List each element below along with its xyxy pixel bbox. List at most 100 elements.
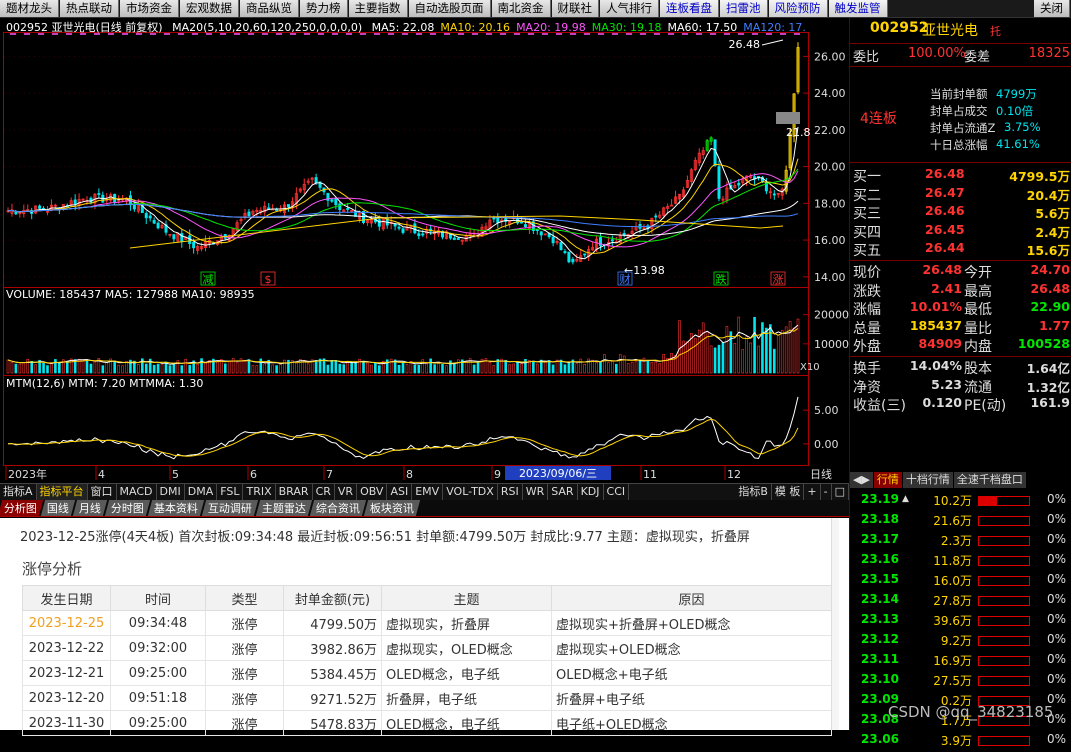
bottom-tab-label: 国线: [46, 502, 69, 515]
bottom-tab[interactable]: 分析图: [0, 500, 44, 516]
bottom-tab[interactable]: 国线: [40, 500, 76, 516]
indicator-tab[interactable]: BRAR: [276, 484, 313, 500]
kline-svg[interactable]: 26.00 24.00 22.00 20.00 18.00 16.00 14.00 26.48…: [0, 18, 849, 483]
table-row[interactable]: 2023-12-20 09:51:18 涨停 9271.52万 折叠屏，电子纸 折叠屏+电…: [22, 685, 832, 711]
seal-row: 封单占成交 0.10倍: [850, 103, 1071, 121]
buy-level-row[interactable]: 买五 26.44 15.6万: [850, 240, 1071, 259]
table-row[interactable]: 2023-12-22 09:32:00 涨停 3982.86万 虚拟现实，OLED概念虚…: [22, 635, 832, 661]
indicator-tab[interactable]: MACD: [117, 484, 157, 500]
seal-row: 十日总涨幅 41.61%: [850, 137, 1071, 155]
tick-tab-prev[interactable]: ◀▶: [850, 472, 873, 488]
top-tab[interactable]: 主要指数: [348, 0, 408, 17]
top-tab[interactable]: 扫雷池: [720, 0, 768, 17]
bottom-tab[interactable]: 分时图: [104, 500, 151, 516]
table-cell: 5384.45万: [283, 660, 382, 686]
bottom-tab[interactable]: 主题雷达: [255, 500, 313, 516]
table-cell: 虚拟现实，折叠屏: [381, 610, 552, 636]
top-tab[interactable]: 热点联动: [60, 0, 119, 17]
indicator-right-button[interactable]: 模 板: [772, 484, 805, 500]
stat-value: 14.04%: [909, 358, 962, 373]
buy-level-row[interactable]: 买二 26.47 20.4万: [850, 185, 1071, 204]
volume-bar: [733, 343, 737, 374]
volume-ma-line: [7, 328, 799, 365]
indicator-tab[interactable]: SAR: [548, 484, 578, 500]
indicator-tab[interactable]: OBV: [357, 484, 388, 500]
indicator-tab[interactable]: CCI: [604, 484, 630, 500]
top-tab[interactable]: 人气排行: [600, 0, 659, 17]
top-tab[interactable]: 触发监管: [828, 0, 888, 17]
table-row[interactable]: 2023-12-21 09:25:00 涨停 5384.45万 OLED概念，电子纸 OL…: [22, 660, 832, 686]
indicator-right-button[interactable]: □: [832, 484, 849, 500]
tick-tab[interactable]: 行情: [873, 472, 902, 488]
candle-body: [334, 198, 338, 206]
indicator-tab[interactable]: 窗口: [88, 484, 117, 500]
volume-bar: [259, 358, 263, 374]
column-header: 发生日期: [22, 585, 111, 611]
volume-bar: [58, 361, 61, 374]
bottom-tab[interactable]: 板块资讯: [363, 500, 421, 516]
stat-label: 最高: [964, 283, 992, 300]
top-tab[interactable]: 连板看盘: [660, 0, 719, 17]
close-button[interactable]: 关闭: [1034, 0, 1070, 17]
stat-label: 涨幅: [853, 302, 881, 318]
indicator-tab[interactable]: DMI: [157, 484, 185, 500]
stat-value: 100528: [1017, 336, 1070, 351]
indicator-tab[interactable]: KDJ: [578, 484, 604, 500]
candle-body: [421, 233, 425, 236]
indicator-tab[interactable]: 指标平台: [36, 484, 88, 500]
top-tab[interactable]: 自动选股页面: [408, 0, 491, 17]
buy-level-row[interactable]: 买三 26.46 5.6万: [850, 203, 1071, 222]
indicator-tab[interactable]: RSI: [498, 484, 523, 500]
tick-qty: 27.8万: [933, 594, 972, 608]
top-tab[interactable]: 商品纵览: [240, 0, 299, 17]
buy-level-row[interactable]: 买一 26.48 4799.5万: [850, 166, 1071, 185]
top-tab[interactable]: 市场资金: [120, 0, 179, 17]
top-tab[interactable]: 势力榜: [300, 0, 348, 17]
indicator-tab[interactable]: CR: [313, 484, 335, 500]
buy-level-row[interactable]: 买四 26.45 2.4万: [850, 221, 1071, 241]
period-label: 日线: [810, 467, 832, 481]
table-row[interactable]: 2023-11-30 09:25:00 涨停 5478.83万 OLED概念，电子纸 电子…: [22, 710, 832, 736]
indicator-tab[interactable]: TRIX: [243, 484, 276, 500]
table-row[interactable]: 2023-12-25 09:34:48 涨停 4799.50万 虚拟现实，折叠屏 虚拟现实…: [22, 610, 832, 636]
bottom-tab[interactable]: 基本资料: [147, 500, 205, 516]
bottom-tab[interactable]: 综合资讯: [309, 500, 367, 516]
bottom-tab[interactable]: 月线: [72, 500, 108, 516]
volume-bar: [437, 363, 440, 374]
buy-price: 26.45: [925, 221, 965, 237]
top-tab[interactable]: 风险预防: [768, 0, 828, 17]
top-tab[interactable]: 题材龙头: [0, 0, 59, 17]
top-tab[interactable]: 宏观数据: [180, 0, 239, 17]
indicator-tab[interactable]: WR: [523, 484, 549, 500]
indicator-tab[interactable]: DMA: [185, 484, 218, 500]
volume-bar: [81, 359, 85, 374]
tick-tab[interactable]: 十档行情: [902, 472, 953, 488]
indicator-right-button[interactable]: +: [804, 484, 821, 500]
indicator-tab[interactable]: EMV: [412, 484, 444, 500]
volume-bar: [753, 316, 756, 374]
indicator-right-button[interactable]: 指标B: [735, 484, 772, 500]
indicator-tab[interactable]: VOL-TDX: [443, 484, 498, 500]
indicator-tab[interactable]: 指标A: [0, 484, 37, 500]
ma-values: MA5: 22.08 MA10: 20.16 MA20: 19.98 MA30: 19…: [366, 21, 806, 34]
price-tick-label: 20.00: [814, 161, 846, 174]
kline-chart[interactable]: 26.00 24.00 22.00 20.00 18.00 16.00 14.00 26.48…: [0, 18, 849, 483]
tick-tab[interactable]: 全速千档盘口: [953, 472, 1026, 488]
panel-scrollbar[interactable]: [831, 518, 839, 730]
quote-panel: 002952 亚世光电 托 委比 100.00% 委差 18325 4连板 当前…: [849, 18, 1071, 748]
volume-bar: [18, 363, 22, 374]
tick-price: 23.17: [861, 532, 899, 546]
x-axis-label: 9: [494, 468, 501, 481]
indicator-tab[interactable]: ASI: [387, 484, 413, 500]
indicator-right-button[interactable]: -: [821, 484, 832, 500]
table-cell: 涨停: [205, 660, 284, 686]
indicator-tab[interactable]: FSL: [217, 484, 244, 500]
indicator-tab[interactable]: VR: [335, 484, 358, 500]
top-tab[interactable]: 南北资金: [491, 0, 551, 17]
volume-bar: [796, 318, 800, 374]
bottom-tab[interactable]: 互动调研: [201, 500, 259, 516]
mtm-ma-line: [7, 418, 799, 457]
volume-bar: [326, 364, 330, 374]
tick-pct: 0%: [1046, 652, 1066, 666]
top-tab[interactable]: 财联社: [551, 0, 599, 17]
